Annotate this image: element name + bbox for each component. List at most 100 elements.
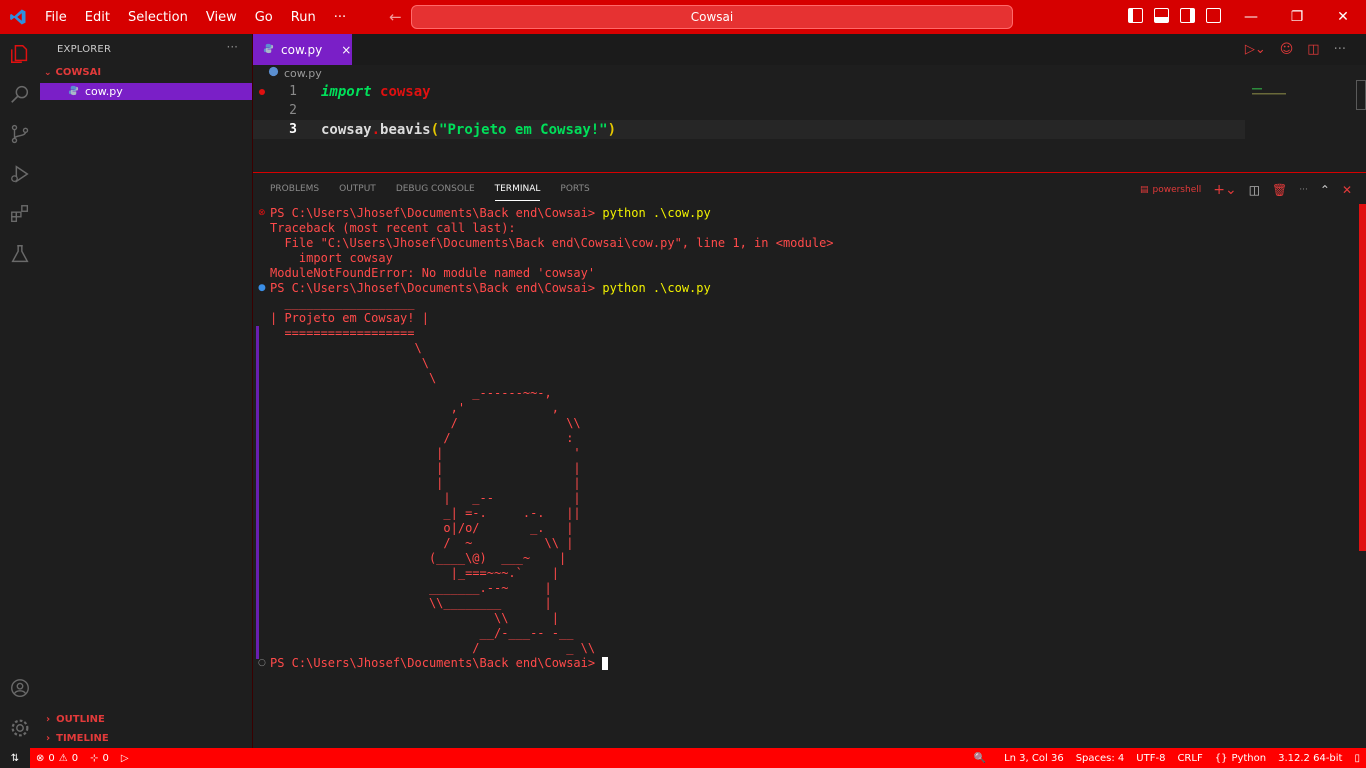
run-debug-icon[interactable] [8, 162, 32, 186]
python-file-icon [268, 66, 279, 80]
command-center-search[interactable]: Cowsai [411, 5, 1013, 29]
menu-go[interactable]: Go [246, 10, 282, 25]
copilot-icon[interactable]: ☺ [1280, 42, 1294, 57]
cursor-position[interactable]: Ln 3, Col 36 [998, 753, 1070, 764]
ascii-art-line: _------~~-, [270, 386, 552, 400]
toggle-primary-sidebar-icon[interactable] [1128, 8, 1143, 23]
outline-section[interactable]: › OUTLINE [46, 714, 105, 725]
file-item-cow-py[interactable]: cow.py [40, 83, 252, 100]
menu-run[interactable]: Run [282, 10, 325, 25]
code-line[interactable]: 2 [253, 101, 1243, 120]
menu-edit[interactable]: Edit [76, 10, 119, 25]
debug-run-icon[interactable]: ▷ [115, 753, 135, 764]
breadcrumb-file[interactable]: cow.py [284, 67, 322, 80]
folder-cowsai[interactable]: ⌄ COWSAI [44, 67, 101, 78]
extensions-icon[interactable] [8, 202, 32, 226]
new-terminal-icon[interactable]: +⌄ [1213, 182, 1236, 198]
code-text: import cowsay [321, 83, 431, 100]
tab-terminal[interactable]: TERMINAL [494, 184, 541, 201]
menu-selection[interactable]: Selection [119, 10, 197, 25]
line-number: 3 [289, 122, 297, 137]
terminal-line: File "C:\Users\Jhosef\Documents\Back end… [270, 236, 834, 250]
remote-icon[interactable]: ⇅ [0, 748, 30, 768]
chevron-right-icon: › [46, 714, 51, 725]
problems-indicator[interactable]: ⊗ 0 ⚠ 0 [30, 753, 84, 764]
editor-more-icon[interactable]: ··· [1334, 42, 1346, 57]
command-success-icon[interactable]: ● [258, 283, 266, 293]
kill-terminal-icon[interactable]: 🗑 [1272, 183, 1287, 197]
panel-more-icon[interactable]: ··· [1299, 185, 1308, 195]
timeline-section[interactable]: › TIMELINE [46, 733, 109, 744]
close-tab-icon[interactable]: × [341, 43, 351, 57]
menu-more[interactable]: ··· [325, 10, 355, 25]
terminal-scrollbar[interactable] [1359, 204, 1366, 551]
encoding[interactable]: UTF-8 [1130, 753, 1171, 764]
ports-icon: ⊹ [90, 752, 99, 764]
chevron-down-icon: ⌄ [44, 67, 52, 78]
tab-output[interactable]: OUTPUT [339, 184, 376, 201]
minimap[interactable] [1252, 82, 1286, 95]
line-number: 2 [289, 103, 297, 118]
terminal-line: Traceback (most recent call last): [270, 221, 516, 235]
minimize-icon[interactable]: — [1228, 0, 1274, 34]
python-interpreter[interactable]: 3.12.2 64-bit [1272, 753, 1348, 764]
back-arrow-icon[interactable]: ← [389, 8, 402, 26]
restore-icon[interactable]: ❐ [1274, 0, 1320, 34]
tab-problems[interactable]: PROBLEMS [270, 184, 319, 201]
ascii-art-line: o|/o/ _. | [270, 521, 574, 535]
tab-cow-py[interactable]: cow.py × [253, 34, 352, 65]
shell-label[interactable]: powershell [1152, 185, 1201, 195]
toggle-secondary-sidebar-icon[interactable] [1180, 8, 1195, 23]
terminal-output[interactable]: ⊗ PS C:\Users\Jhosef\Documents\Back end\… [253, 204, 1353, 744]
terminal-line: PS C:\Users\Jhosef\Documents\Back end\Co… [270, 656, 609, 671]
ascii-art-line: (____\@) ___~ | [270, 551, 567, 565]
line-ending[interactable]: CRLF [1171, 753, 1208, 764]
breakpoint-icon[interactable] [259, 88, 265, 95]
editor-scrollbar[interactable] [1356, 80, 1366, 110]
notifications-bell-icon[interactable]: ▯ [1348, 753, 1366, 764]
ports-indicator[interactable]: ⊹ 0 [84, 753, 115, 764]
warning-icon: ⚠ [58, 752, 68, 764]
run-python-icon[interactable]: ▷⌄ [1245, 42, 1266, 57]
python-file-icon [263, 43, 274, 57]
settings-gear-icon[interactable] [8, 716, 32, 740]
explorer-title: EXPLORER [57, 44, 112, 55]
ascii-art-line: \ [270, 341, 422, 355]
code-editor[interactable]: 1 import cowsay 2 3 cowsay.beavis("Proje… [253, 80, 1366, 173]
code-line[interactable]: 1 import cowsay [253, 82, 1243, 101]
zoom-icon[interactable]: 🔍 [968, 753, 992, 764]
close-window-icon[interactable]: ✕ [1320, 0, 1366, 34]
close-panel-icon[interactable]: ✕ [1342, 183, 1352, 197]
customize-layout-icon[interactable] [1206, 8, 1221, 23]
split-editor-icon[interactable]: ◫ [1307, 42, 1319, 57]
maximize-panel-icon[interactable]: ⌃ [1320, 183, 1330, 197]
language-mode[interactable]: {} Python [1209, 753, 1272, 764]
tab-debug-console[interactable]: DEBUG CONSOLE [396, 184, 475, 201]
toggle-panel-icon[interactable] [1154, 8, 1169, 23]
code-line-active[interactable]: 3 cowsay.beavis("Projeto em Cowsay!") [253, 120, 1245, 139]
ascii-art-line: __________________ [270, 296, 415, 310]
ascii-art-line: | _-- | [270, 491, 581, 505]
status-bar: ⇅ ⊗ 0 ⚠ 0 ⊹ 0 ▷ 🔍 Ln 3, Col 36 Spaces: 4 UT… [0, 748, 1366, 768]
search-icon[interactable] [8, 82, 32, 106]
split-terminal-icon[interactable]: ◫ [1249, 183, 1260, 197]
explorer-icon[interactable] [8, 42, 32, 66]
account-icon[interactable] [8, 676, 32, 700]
folder-label: COWSAI [55, 67, 102, 78]
menu-file[interactable]: File [36, 10, 76, 25]
explorer-sidebar: EXPLORER ··· ⌄ COWSAI cow.py › OUTLINE ›… [40, 34, 253, 748]
indentation[interactable]: Spaces: 4 [1070, 753, 1131, 764]
line-number: 1 [289, 84, 297, 99]
tab-ports[interactable]: PORTS [560, 184, 589, 201]
ascii-art-line: / : [270, 431, 574, 445]
outline-label: OUTLINE [56, 714, 105, 725]
menu-view[interactable]: View [197, 10, 246, 25]
command-pending-icon[interactable]: ○ [258, 658, 266, 668]
command-error-icon[interactable]: ⊗ [258, 208, 266, 218]
explorer-more-icon[interactable]: ··· [227, 40, 238, 54]
testing-flask-icon[interactable] [8, 242, 32, 266]
tab-label: cow.py [281, 42, 323, 57]
ascii-art-line: / ~ \\ | [270, 536, 574, 550]
breadcrumb: cow.py [268, 66, 322, 80]
source-control-icon[interactable] [8, 122, 32, 146]
